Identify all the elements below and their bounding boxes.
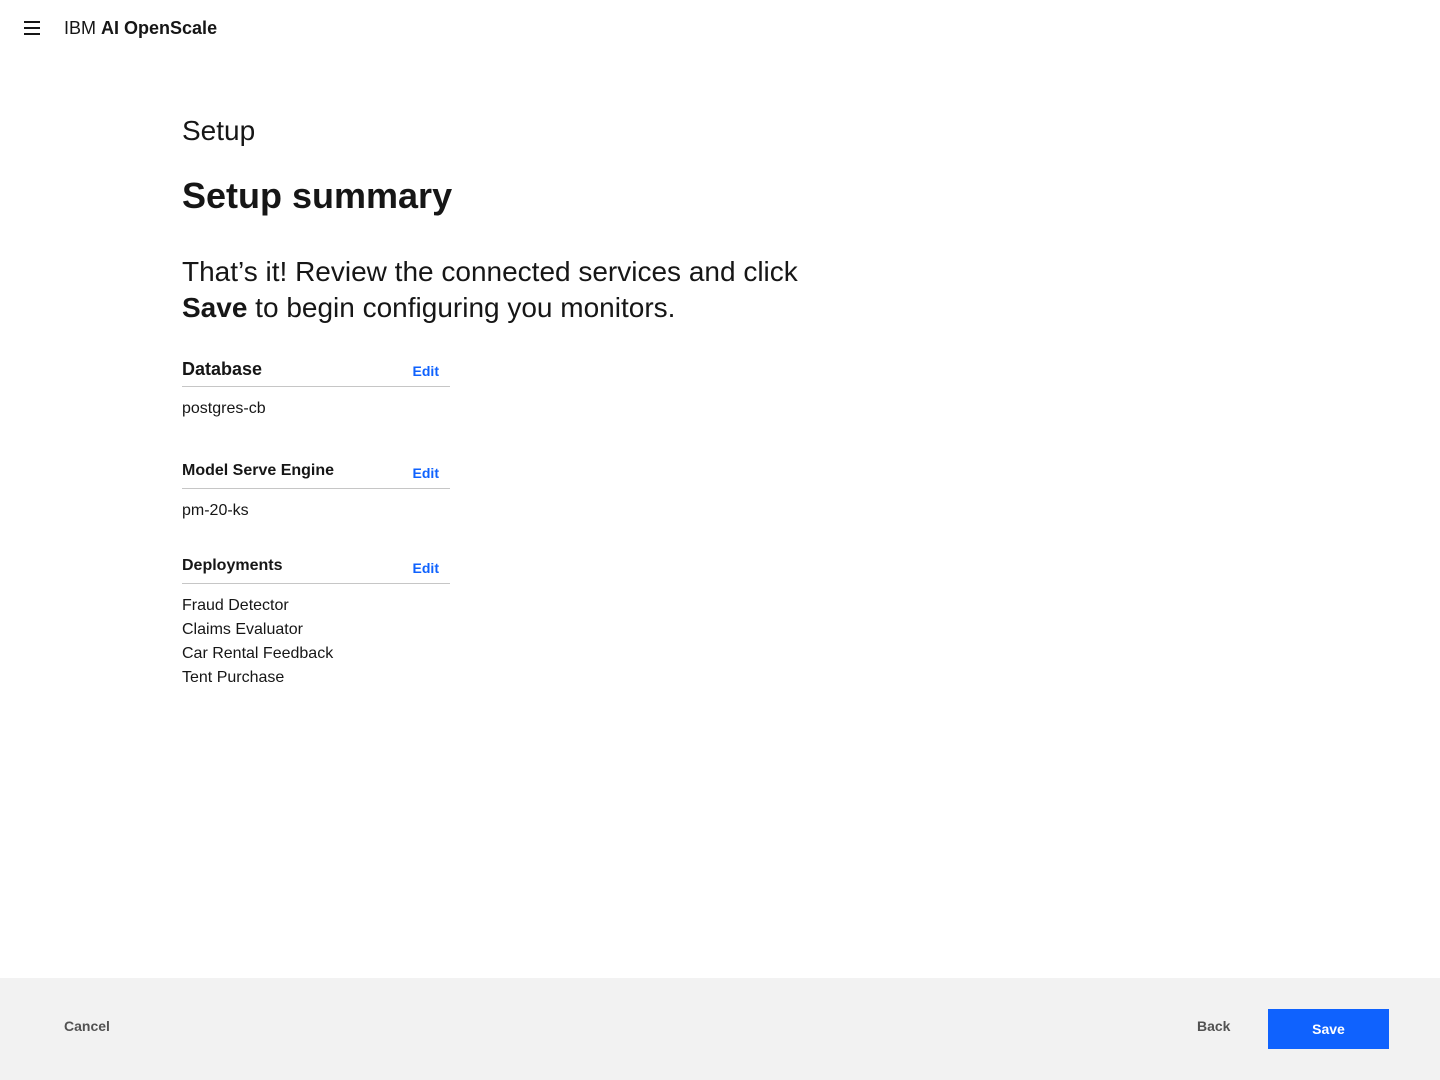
engine-item: pm-20-ks (182, 502, 249, 519)
lead-line-1: That’s it! Review the connected services… (182, 256, 798, 287)
back-button[interactable]: Back (1197, 1018, 1230, 1034)
lead-save-emphasis: Save (182, 292, 248, 323)
page-eyebrow: Setup (182, 115, 256, 146)
lead-text: That’s it! Review the connected services… (182, 254, 882, 326)
database-section: Database Edit postgres-cb (182, 358, 450, 421)
engine-section: Model Serve Engine Edit pm-20-ks (182, 460, 450, 523)
engine-edit-link[interactable]: Edit (413, 464, 450, 482)
product-brand[interactable]: IBM AI OpenScale (64, 16, 217, 40)
database-list: postgres-cb (182, 387, 450, 421)
deployments-header: Deployments Edit (182, 555, 450, 584)
top-header: IBM AI OpenScale (0, 0, 1440, 56)
action-footer: Cancel Back Save (0, 978, 1440, 1080)
list-item: Car Rental Feedback (182, 645, 334, 662)
deployments-list: Fraud Detector Claims Evaluator Car Rent… (182, 584, 450, 690)
brand-name: AI OpenScale (101, 18, 218, 38)
deployments-title: Deployments (182, 557, 283, 574)
engine-header: Model Serve Engine Edit (182, 460, 450, 489)
cancel-button[interactable]: Cancel (64, 1018, 110, 1034)
hamburger-menu-icon[interactable] (16, 12, 48, 44)
database-title: Database (182, 359, 263, 379)
deployments-section: Deployments Edit Fraud Detector Claims E… (182, 555, 450, 690)
lead-line-2: to begin configuring you monitors. (247, 292, 676, 323)
engine-list: pm-20-ks (182, 489, 450, 523)
database-header: Database Edit (182, 358, 450, 387)
save-button[interactable]: Save (1268, 1009, 1389, 1049)
list-item: Claims Evaluator (182, 621, 303, 638)
list-item: Tent Purchase (182, 669, 285, 686)
database-edit-link[interactable]: Edit (413, 362, 450, 380)
database-item: postgres-cb (182, 400, 266, 417)
brand-prefix: IBM (64, 18, 97, 38)
deployments-edit-link[interactable]: Edit (413, 559, 450, 577)
engine-title: Model Serve Engine (182, 462, 335, 479)
page-title: Setup summary (182, 175, 453, 216)
list-item: Fraud Detector (182, 597, 289, 614)
main-content: Setup Setup summary That’s it! Review th… (182, 112, 882, 326)
